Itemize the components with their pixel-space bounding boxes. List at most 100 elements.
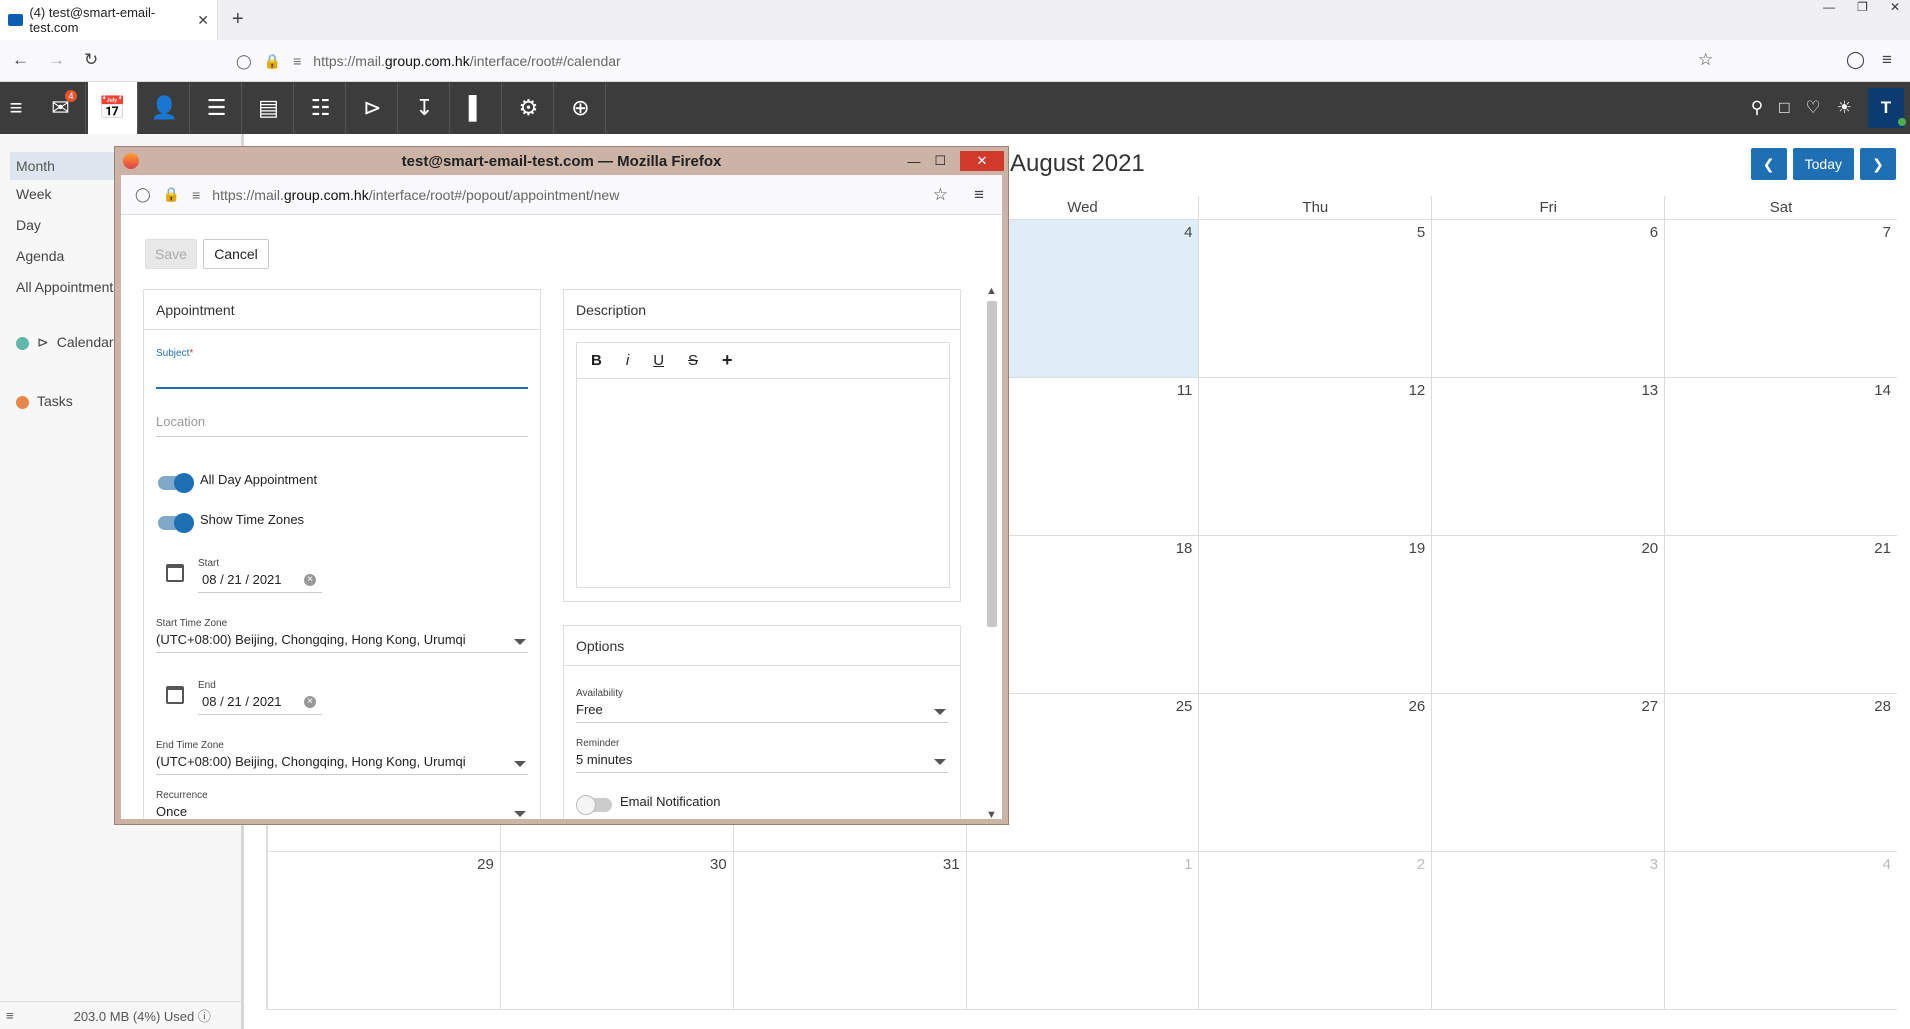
calendar-day-cell[interactable]: 21 (1664, 536, 1897, 694)
popup-minimize-icon[interactable]: — (907, 154, 920, 169)
italic-icon[interactable]: i (626, 352, 629, 369)
end-clear-icon[interactable]: × (304, 696, 316, 708)
mail-icon[interactable]: ✉ 4 (36, 82, 86, 134)
popup-url-bar[interactable]: ◯ 🔒 ≡ https://mail.group.com.hk/interfac… (121, 175, 1002, 215)
underline-icon[interactable]: U (653, 352, 664, 369)
save-button[interactable]: Save (145, 239, 197, 269)
calendar-day-cell[interactable]: 26 (1198, 694, 1432, 852)
scroll-up-icon[interactable]: ▲ (986, 285, 997, 297)
sidebar-item-tasks[interactable]: Tasks (16, 393, 73, 409)
calendar-day-cell[interactable]: 1 (965, 852, 1199, 1010)
calendar-day-cell[interactable]: 13 (1431, 378, 1665, 536)
calendar-day-cell[interactable]: 3 (1431, 852, 1665, 1010)
pocket-icon[interactable]: ◯ (1846, 50, 1865, 70)
scroll-thumb[interactable] (987, 301, 997, 627)
end-tz-dropdown-icon[interactable] (514, 761, 526, 767)
add-icon[interactable]: ⊕ (556, 82, 606, 134)
end-date-input[interactable]: 08 / 21 / 2021 (202, 694, 282, 709)
browser-menu-icon[interactable]: ≡ (1882, 50, 1892, 70)
recurrence-select[interactable]: Once (156, 804, 187, 819)
start-tz-dropdown-icon[interactable] (514, 639, 526, 645)
calendar-icon[interactable]: 📅 (88, 82, 138, 134)
sidebar-item-agenda[interactable]: Agenda (16, 248, 64, 264)
rss-icon[interactable]: ⊳ (348, 82, 398, 134)
forward-icon[interactable]: → (48, 50, 65, 70)
calendar-day-cell[interactable]: 19 (1198, 536, 1432, 694)
reminder-dropdown-icon[interactable] (934, 759, 946, 765)
calendar-day-cell[interactable]: 6 (1431, 220, 1665, 378)
bold-icon[interactable]: B (591, 352, 602, 369)
search-icon[interactable]: ⚲ (1751, 98, 1763, 118)
calendar-day-cell[interactable]: 4 (1664, 852, 1897, 1010)
end-calendar-icon[interactable] (166, 686, 184, 704)
bookmark-star-icon[interactable]: ☆ (1698, 50, 1713, 70)
avatar[interactable]: T (1868, 88, 1906, 128)
availability-select[interactable]: Free (576, 702, 603, 717)
calendar-day-cell[interactable]: 5 (1198, 220, 1432, 378)
reports-icon[interactable]: ▌ (452, 82, 502, 134)
day-number: 2 (1416, 856, 1426, 873)
browser-tab[interactable]: (4) test@smart-email-test.com ✕ (0, 0, 218, 40)
start-calendar-icon[interactable] (166, 564, 184, 582)
tab-close-icon[interactable]: ✕ (197, 12, 209, 29)
description-editor[interactable]: B i U S + (576, 342, 950, 588)
org-chart-icon[interactable]: ☷ (296, 82, 346, 134)
theme-icon[interactable]: ☀ (1837, 98, 1852, 118)
reload-icon[interactable]: ↻ (84, 50, 98, 70)
lock-icon: 🔒 (263, 52, 282, 69)
end-time-zone-select[interactable]: (UTC+08:00) Beijing, Chongqing, Hong Kon… (156, 754, 466, 769)
calendar-day-cell[interactable]: 20 (1431, 536, 1665, 694)
next-month-button[interactable]: ❯ (1860, 148, 1896, 180)
recurrence-dropdown-icon[interactable] (514, 811, 526, 817)
calendar-day-cell[interactable]: 12 (1198, 378, 1432, 536)
hamburger-icon[interactable]: ≡ (0, 82, 32, 134)
sidebar-item-calendar[interactable]: ⊳ Calendar (16, 334, 114, 351)
calendar-day-cell[interactable]: 27 (1431, 694, 1665, 852)
popup-close-icon[interactable]: ✕ (960, 151, 1004, 171)
show-time-zones-toggle[interactable] (158, 513, 194, 533)
reminder-select[interactable]: 5 minutes (576, 752, 632, 767)
popup-bookmark-star-icon[interactable]: ☆ (933, 185, 948, 205)
sidebar-item-day[interactable]: Day (16, 217, 41, 233)
prev-month-button[interactable]: ❮ (1750, 148, 1787, 180)
calendar-day-cell[interactable]: 29 (267, 852, 500, 1010)
start-time-zone-select[interactable]: (UTC+08:00) Beijing, Chongqing, Hong Kon… (156, 632, 466, 647)
email-notification-toggle[interactable] (576, 795, 612, 815)
calendar-day-cell[interactable]: 2 (1198, 852, 1432, 1010)
popup-scrollbar[interactable]: ▲ ▼ (986, 285, 998, 821)
all-day-toggle[interactable] (158, 473, 194, 493)
minimize-icon[interactable]: — (1823, 0, 1835, 14)
archive-icon[interactable]: ↧ (400, 82, 450, 134)
close-window-icon[interactable]: ✕ (1890, 0, 1900, 14)
start-clear-icon[interactable]: × (304, 574, 316, 586)
strikethrough-icon[interactable]: S (688, 352, 698, 369)
list-icon[interactable]: ≡ (6, 1008, 14, 1023)
new-tab-icon[interactable]: + (232, 8, 244, 31)
contacts-icon[interactable]: 👤 (140, 82, 190, 134)
start-date-input[interactable]: 08 / 21 / 2021 (202, 572, 282, 587)
settings-icon[interactable]: ⚙ (504, 82, 554, 134)
popup-maximize-icon[interactable]: ☐ (934, 153, 946, 169)
sidebar-item-week[interactable]: Week (16, 186, 52, 202)
calendar-day-cell[interactable]: 31 (732, 852, 966, 1010)
popup-menu-icon[interactable]: ≡ (974, 185, 984, 205)
location-input[interactable]: Location (156, 414, 205, 429)
cancel-button[interactable]: Cancel (203, 239, 269, 269)
today-button[interactable]: Today (1792, 148, 1854, 180)
notes-icon[interactable]: ▤ (244, 82, 294, 134)
chat-icon[interactable]: □ (1779, 98, 1789, 118)
restore-icon[interactable]: ❐ (1857, 0, 1868, 14)
calendar-day-cell[interactable]: 30 (499, 852, 733, 1010)
bell-icon[interactable]: ♡ (1806, 98, 1821, 118)
tasks-icon[interactable]: ☰ (192, 82, 242, 134)
popup-title: test@smart-email-test.com — Mozilla Fire… (401, 152, 722, 170)
availability-dropdown-icon[interactable] (934, 709, 946, 715)
calendar-day-cell[interactable]: 14 (1664, 378, 1897, 536)
subject-input[interactable] (156, 387, 528, 389)
scroll-down-icon[interactable]: ▼ (986, 809, 997, 821)
calendar-day-cell[interactable]: 7 (1664, 220, 1897, 378)
back-icon[interactable]: ← (12, 50, 29, 70)
url-bar[interactable]: ◯ 🔒 ≡ https://mail.group.com.hk/interfac… (226, 45, 1726, 77)
more-tools-icon[interactable]: + (722, 350, 733, 371)
calendar-day-cell[interactable]: 28 (1664, 694, 1897, 852)
